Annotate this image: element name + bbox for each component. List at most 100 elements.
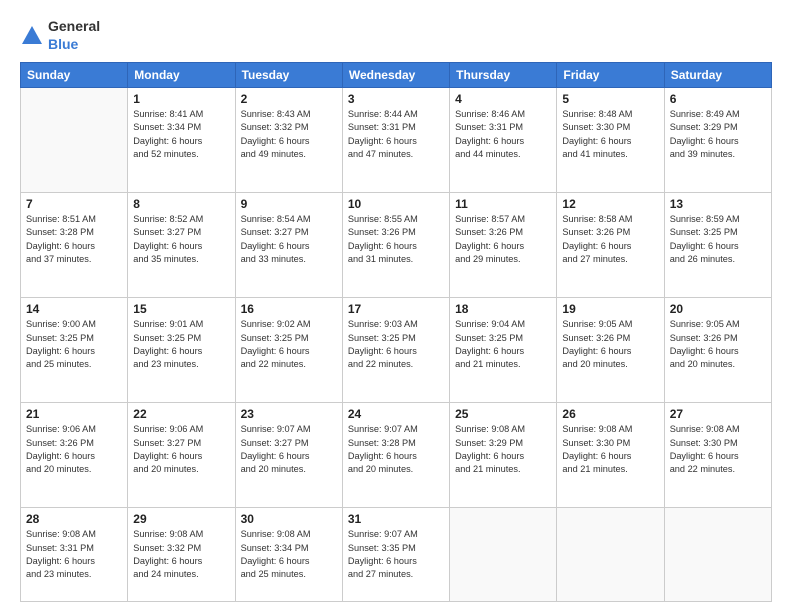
day-number: 17: [348, 302, 444, 316]
calendar-cell: 6 Sunrise: 8:49 AMSunset: 3:29 PMDaylight…: [664, 88, 771, 193]
day-number: 8: [133, 197, 229, 211]
calendar-cell: [450, 508, 557, 602]
day-number: 2: [241, 92, 337, 106]
day-info: Sunrise: 9:08 AMSunset: 3:29 PMDaylight:…: [455, 423, 551, 476]
calendar-cell: 21 Sunrise: 9:06 AMSunset: 3:26 PMDayligh…: [21, 403, 128, 508]
day-info: Sunrise: 8:44 AMSunset: 3:31 PMDaylight:…: [348, 108, 444, 161]
day-number: 29: [133, 512, 229, 526]
calendar-cell: 25 Sunrise: 9:08 AMSunset: 3:29 PMDayligh…: [450, 403, 557, 508]
calendar-week-5: 28Sunrise: 9:08 AMSunset: 3:31 PMDayligh…: [21, 508, 772, 602]
day-info: Sunrise: 8:58 AMSunset: 3:26 PMDaylight:…: [562, 213, 658, 266]
calendar-cell: 22 Sunrise: 9:06 AMSunset: 3:27 PMDayligh…: [128, 403, 235, 508]
day-info: Sunrise: 9:06 AMSunset: 3:26 PMDaylight:…: [26, 423, 122, 476]
calendar-cell: 9 Sunrise: 8:54 AMSunset: 3:27 PMDaylight…: [235, 193, 342, 298]
day-info: Sunrise: 8:48 AMSunset: 3:30 PMDaylight:…: [562, 108, 658, 161]
day-number: 7: [26, 197, 122, 211]
calendar-cell: 13Sunrise: 8:59 AMSunset: 3:25 PMDayligh…: [664, 193, 771, 298]
day-number: 1: [133, 92, 229, 106]
day-header-sunday: Sunday: [21, 63, 128, 88]
day-number: 30: [241, 512, 337, 526]
calendar-cell: 24Sunrise: 9:07 AMSunset: 3:28 PMDayligh…: [342, 403, 449, 508]
logo-icon: [20, 24, 44, 48]
calendar-cell: [664, 508, 771, 602]
calendar-cell: 20Sunrise: 9:05 AMSunset: 3:26 PMDayligh…: [664, 298, 771, 403]
header: GeneralBlue: [20, 18, 772, 54]
day-info: Sunrise: 9:08 AMSunset: 3:30 PMDaylight:…: [562, 423, 658, 476]
day-header-monday: Monday: [128, 63, 235, 88]
calendar-cell: [21, 88, 128, 193]
day-info: Sunrise: 8:57 AMSunset: 3:26 PMDaylight:…: [455, 213, 551, 266]
page: GeneralBlue SundayMondayTuesdayWednesday…: [0, 0, 792, 612]
day-info: Sunrise: 9:03 AMSunset: 3:25 PMDaylight:…: [348, 318, 444, 371]
day-info: Sunrise: 9:08 AMSunset: 3:30 PMDaylight:…: [670, 423, 766, 476]
calendar-cell: 31 Sunrise: 9:07 AMSunset: 3:35 PMDayligh…: [342, 508, 449, 602]
day-number: 5: [562, 92, 658, 106]
day-info: Sunrise: 8:59 AMSunset: 3:25 PMDaylight:…: [670, 213, 766, 266]
day-info: Sunrise: 9:08 AMSunset: 3:34 PMDaylight:…: [241, 528, 337, 581]
day-number: 19: [562, 302, 658, 316]
calendar-cell: 17 Sunrise: 9:03 AMSunset: 3:25 PMDayligh…: [342, 298, 449, 403]
day-number: 4: [455, 92, 551, 106]
day-info: Sunrise: 9:05 AMSunset: 3:26 PMDaylight:…: [562, 318, 658, 371]
day-header-friday: Friday: [557, 63, 664, 88]
calendar-cell: 11 Sunrise: 8:57 AMSunset: 3:26 PMDayligh…: [450, 193, 557, 298]
day-number: 16: [241, 302, 337, 316]
day-info: Sunrise: 8:51 AMSunset: 3:28 PMDaylight:…: [26, 213, 122, 266]
day-number: 11: [455, 197, 551, 211]
day-number: 15: [133, 302, 229, 316]
calendar-cell: 2 Sunrise: 8:43 AMSunset: 3:32 PMDaylight…: [235, 88, 342, 193]
logo-blue-text: Blue: [48, 36, 78, 52]
day-number: 26: [562, 407, 658, 421]
calendar-cell: 14 Sunrise: 9:00 AMSunset: 3:25 PMDayligh…: [21, 298, 128, 403]
calendar-cell: 12 Sunrise: 8:58 AMSunset: 3:26 PMDayligh…: [557, 193, 664, 298]
day-info: Sunrise: 8:46 AMSunset: 3:31 PMDaylight:…: [455, 108, 551, 161]
day-info: Sunrise: 8:54 AMSunset: 3:27 PMDaylight:…: [241, 213, 337, 266]
calendar-cell: 16 Sunrise: 9:02 AMSunset: 3:25 PMDayligh…: [235, 298, 342, 403]
day-number: 22: [133, 407, 229, 421]
day-number: 24: [348, 407, 444, 421]
calendar-cell: 29 Sunrise: 9:08 AMSunset: 3:32 PMDayligh…: [128, 508, 235, 602]
day-info: Sunrise: 9:00 AMSunset: 3:25 PMDaylight:…: [26, 318, 122, 371]
calendar-week-2: 7 Sunrise: 8:51 AMSunset: 3:28 PMDaylight…: [21, 193, 772, 298]
calendar-cell: 23Sunrise: 9:07 AMSunset: 3:27 PMDayligh…: [235, 403, 342, 508]
day-header-thursday: Thursday: [450, 63, 557, 88]
calendar-table: SundayMondayTuesdayWednesdayThursdayFrid…: [20, 62, 772, 602]
day-info: Sunrise: 8:43 AMSunset: 3:32 PMDaylight:…: [241, 108, 337, 161]
day-info: Sunrise: 9:07 AMSunset: 3:27 PMDaylight:…: [241, 423, 337, 476]
day-info: Sunrise: 9:07 AMSunset: 3:35 PMDaylight:…: [348, 528, 444, 581]
day-number: 12: [562, 197, 658, 211]
day-info: Sunrise: 8:55 AMSunset: 3:26 PMDaylight:…: [348, 213, 444, 266]
day-number: 25: [455, 407, 551, 421]
calendar-cell: 27Sunrise: 9:08 AMSunset: 3:30 PMDayligh…: [664, 403, 771, 508]
day-info: Sunrise: 9:01 AMSunset: 3:25 PMDaylight:…: [133, 318, 229, 371]
calendar-cell: 4 Sunrise: 8:46 AMSunset: 3:31 PMDaylight…: [450, 88, 557, 193]
day-info: Sunrise: 9:04 AMSunset: 3:25 PMDaylight:…: [455, 318, 551, 371]
day-info: Sunrise: 9:02 AMSunset: 3:25 PMDaylight:…: [241, 318, 337, 371]
calendar-week-3: 14 Sunrise: 9:00 AMSunset: 3:25 PMDayligh…: [21, 298, 772, 403]
calendar-cell: 5 Sunrise: 8:48 AMSunset: 3:30 PMDaylight…: [557, 88, 664, 193]
day-info: Sunrise: 9:08 AMSunset: 3:31 PMDaylight:…: [26, 528, 122, 581]
day-number: 14: [26, 302, 122, 316]
day-number: 31: [348, 512, 444, 526]
day-header-wednesday: Wednesday: [342, 63, 449, 88]
day-header-tuesday: Tuesday: [235, 63, 342, 88]
day-number: 3: [348, 92, 444, 106]
day-number: 9: [241, 197, 337, 211]
calendar-cell: 3 Sunrise: 8:44 AMSunset: 3:31 PMDaylight…: [342, 88, 449, 193]
day-number: 18: [455, 302, 551, 316]
calendar-cell: 8Sunrise: 8:52 AMSunset: 3:27 PMDaylight…: [128, 193, 235, 298]
day-number: 20: [670, 302, 766, 316]
day-info: Sunrise: 8:49 AMSunset: 3:29 PMDaylight:…: [670, 108, 766, 161]
calendar-cell: 26 Sunrise: 9:08 AMSunset: 3:30 PMDayligh…: [557, 403, 664, 508]
day-info: Sunrise: 9:08 AMSunset: 3:32 PMDaylight:…: [133, 528, 229, 581]
calendar-cell: 30 Sunrise: 9:08 AMSunset: 3:34 PMDayligh…: [235, 508, 342, 602]
day-header-saturday: Saturday: [664, 63, 771, 88]
calendar-week-4: 21 Sunrise: 9:06 AMSunset: 3:26 PMDayligh…: [21, 403, 772, 508]
day-info: Sunrise: 8:41 AMSunset: 3:34 PMDaylight:…: [133, 108, 229, 161]
day-number: 21: [26, 407, 122, 421]
calendar-cell: 15 Sunrise: 9:01 AMSunset: 3:25 PMDayligh…: [128, 298, 235, 403]
calendar-cell: 28Sunrise: 9:08 AMSunset: 3:31 PMDayligh…: [21, 508, 128, 602]
day-info: Sunrise: 9:06 AMSunset: 3:27 PMDaylight:…: [133, 423, 229, 476]
calendar-cell: 10Sunrise: 8:55 AMSunset: 3:26 PMDayligh…: [342, 193, 449, 298]
day-number: 6: [670, 92, 766, 106]
